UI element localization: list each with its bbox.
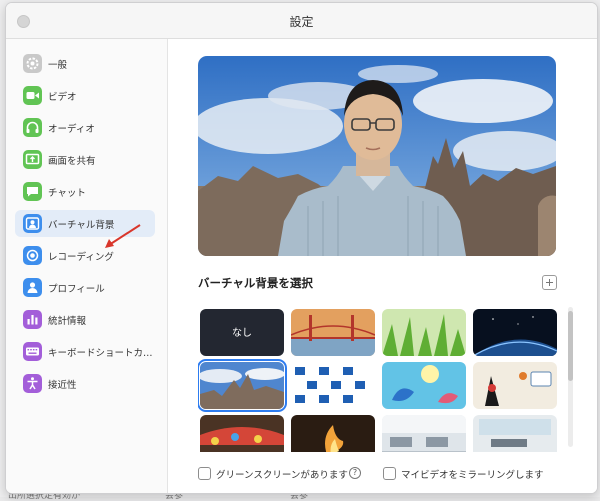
sidebar-item-label: オーディオ [48, 124, 95, 135]
mirror-video-checkbox[interactable] [383, 467, 396, 480]
background-thumb-earth[interactable] [473, 309, 557, 356]
green-screen-label: グリーンスクリーンがあります [216, 470, 348, 481]
accessibility-icon [23, 374, 42, 393]
scrollbar-thumb[interactable] [568, 311, 573, 381]
background-thumb-sea-animals[interactable] [382, 362, 466, 409]
grid-scrollbar[interactable] [568, 307, 573, 447]
share-screen-icon [23, 150, 42, 169]
mirror-video-option: マイビデオをミラーリングします [383, 467, 553, 481]
camera-preview-image [198, 56, 556, 256]
sidebar-item-general[interactable]: 一般 [15, 50, 155, 77]
annotation-arrow [105, 224, 141, 248]
sidebar-item-label: プロフィール [48, 284, 105, 295]
background-thumb-city-selected[interactable] [198, 359, 287, 412]
background-thumb-office-2[interactable] [473, 415, 557, 452]
sidebar-item-label: 接近性 [48, 380, 77, 391]
title-bar: 設定 [6, 3, 597, 39]
sidebar-item-label: チャット [48, 188, 86, 199]
background-thumb-amusement-ride[interactable] [200, 415, 284, 452]
person-background-icon [23, 214, 42, 233]
background-thumb-office[interactable] [382, 415, 466, 452]
green-screen-option: グリーンスクリーンがあります ? [198, 467, 368, 481]
sidebar-item-label: 画面を共有 [48, 156, 96, 167]
section-title: バーチャル背景を選択 [198, 276, 313, 290]
gear-icon [23, 54, 42, 73]
help-icon[interactable]: ? [349, 467, 361, 479]
keyboard-icon [23, 342, 42, 361]
video-preview [198, 56, 556, 256]
none-label: なし [232, 328, 252, 339]
sidebar-item-label: 統計情報 [48, 316, 87, 327]
background-thumb-golden-gate[interactable] [291, 309, 375, 356]
sidebar-item-keyboard-shortcuts[interactable]: キーボードショートカ… [15, 338, 155, 365]
settings-sidebar: 一般 ビデオ オーディオ 画面を共有 チャット バーチャル背景 レコーディング … [6, 39, 168, 493]
person-icon [23, 278, 42, 297]
add-background-button[interactable] [542, 275, 557, 290]
virtual-background-panel: バーチャル背景を選択 なし グリーンスクリーンがあります ? マイビデオをミラー… [168, 39, 597, 493]
chat-bubble-icon [23, 182, 42, 201]
mirror-video-label: マイビデオをミラーリングします [401, 470, 544, 481]
sidebar-item-label: ビデオ [48, 92, 77, 103]
background-thumb-campfire[interactable] [291, 415, 375, 452]
sidebar-item-chat[interactable]: チャット [15, 178, 155, 205]
headphones-icon [23, 118, 42, 137]
sidebar-item-accessibility[interactable]: 接近性 [15, 370, 155, 397]
bar-chart-icon [23, 310, 42, 329]
sidebar-item-profile[interactable]: プロフィール [15, 274, 155, 301]
background-thumb-logo-pattern[interactable] [291, 362, 375, 409]
background-thumb-grass[interactable] [382, 309, 466, 356]
green-screen-checkbox[interactable] [198, 467, 211, 480]
settings-window: 設定 一般 ビデオ オーディオ 画面を共有 チャット バーチャル背景 レコーディ… [5, 2, 598, 494]
sidebar-item-audio[interactable]: オーディオ [15, 114, 155, 141]
sidebar-item-label: 一般 [48, 60, 68, 71]
window-title: 設定 [289, 15, 314, 29]
background-thumb-java-mascot[interactable] [473, 362, 557, 409]
video-camera-icon [23, 86, 42, 105]
sidebar-item-label: レコーディング [48, 252, 114, 263]
background-grid: なし [198, 307, 560, 452]
sidebar-item-label: キーボードショートカ… [48, 348, 153, 359]
sidebar-item-share-screen[interactable]: 画面を共有 [15, 146, 155, 173]
background-thumb-none[interactable]: なし [200, 309, 284, 356]
record-icon [23, 246, 42, 265]
sidebar-item-video[interactable]: ビデオ [15, 82, 155, 109]
sidebar-item-statistics[interactable]: 統計情報 [15, 306, 155, 333]
